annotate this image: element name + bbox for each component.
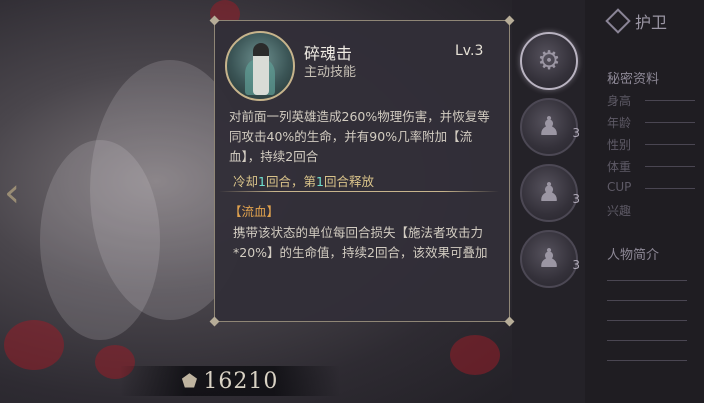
divider [645,122,695,123]
divider [607,300,687,301]
skill-slot-level: 3 [572,258,580,272]
cooldown-prefix: 冷却 [233,174,259,189]
intro-section-title: 人物简介 [607,248,660,263]
role-label: 护卫 [635,13,668,32]
skill-cooldown: 冷却1回合，第1回合释放 [233,171,374,190]
skill-tooltip: 碎魂击 主动技能 Lv.3 对前面一列英雄造成260%物理伤害，并恢复等同攻击4… [209,15,515,327]
divider [607,360,687,361]
divider [645,144,695,145]
secret-section-title: 秘密资料 [607,72,660,87]
divider [645,188,695,189]
panel-header: 护卫 [585,6,704,36]
info-row-gender: 性别 [607,138,632,152]
info-row-height: 身高 [607,94,632,108]
red-flower [450,335,500,375]
skill-description: 对前面一列英雄造成260%物理伤害，并恢复等同攻击40%的生命，并有90%几率附… [229,109,490,164]
skill-slot-level: 3 [572,126,580,140]
info-row-age: 年龄 [607,116,632,130]
avatar-figure [253,43,269,95]
divider [645,166,695,167]
release-turn: 1 [315,174,324,189]
tooltip-divider [219,191,499,192]
info-row-weight: 体重 [607,160,632,174]
skill-avatar [225,31,295,101]
cooldown-mid: 回合，第 [265,174,316,189]
hair-streak [40,140,160,340]
effect-title: 【流血】 [229,204,280,219]
effect-description: 携带该状态的单位每回合损失【施法者攻击力*20%】的生命值，持续2回合，该效果可… [233,225,488,260]
role-icon [605,8,631,34]
info-row-hobby: 兴趣 [607,204,632,218]
skill-slot-4[interactable]: ♟ 3 [520,230,580,288]
skill-slot-3[interactable]: ♟ 3 [520,164,580,222]
figure-icon: ♟ [537,112,561,142]
power-display: ⬟ 16210 [120,366,340,396]
skill-slot-level: 3 [572,192,580,206]
cooldown-suffix: 回合释放 [323,174,374,189]
prev-hero-arrow-icon[interactable]: ‹ [4,170,26,216]
figure-icon: ♟ [537,244,561,274]
hero-info-panel: 护卫 秘密资料 身高 年龄 性别 体重 CUP 兴趣 人物简介 [585,0,704,403]
cooldown-turns: 1 [258,174,266,189]
divider [645,100,695,101]
power-value: 16210 [203,368,279,394]
divider [607,320,687,321]
power-icon: ⬟ [181,370,198,392]
figure-icon: ♟ [537,178,561,208]
info-row-cup: CUP [607,180,632,194]
red-flower [4,320,64,370]
divider [607,280,687,281]
skill-level: Lv.3 [455,43,484,59]
divider [607,340,687,341]
skill-slot-2[interactable]: ♟ 3 [520,98,580,156]
skill-type: 主动技能 [304,65,357,80]
gear-icon: ⚙ [537,46,561,76]
skill-slot-1[interactable]: ⚙ [520,32,578,90]
